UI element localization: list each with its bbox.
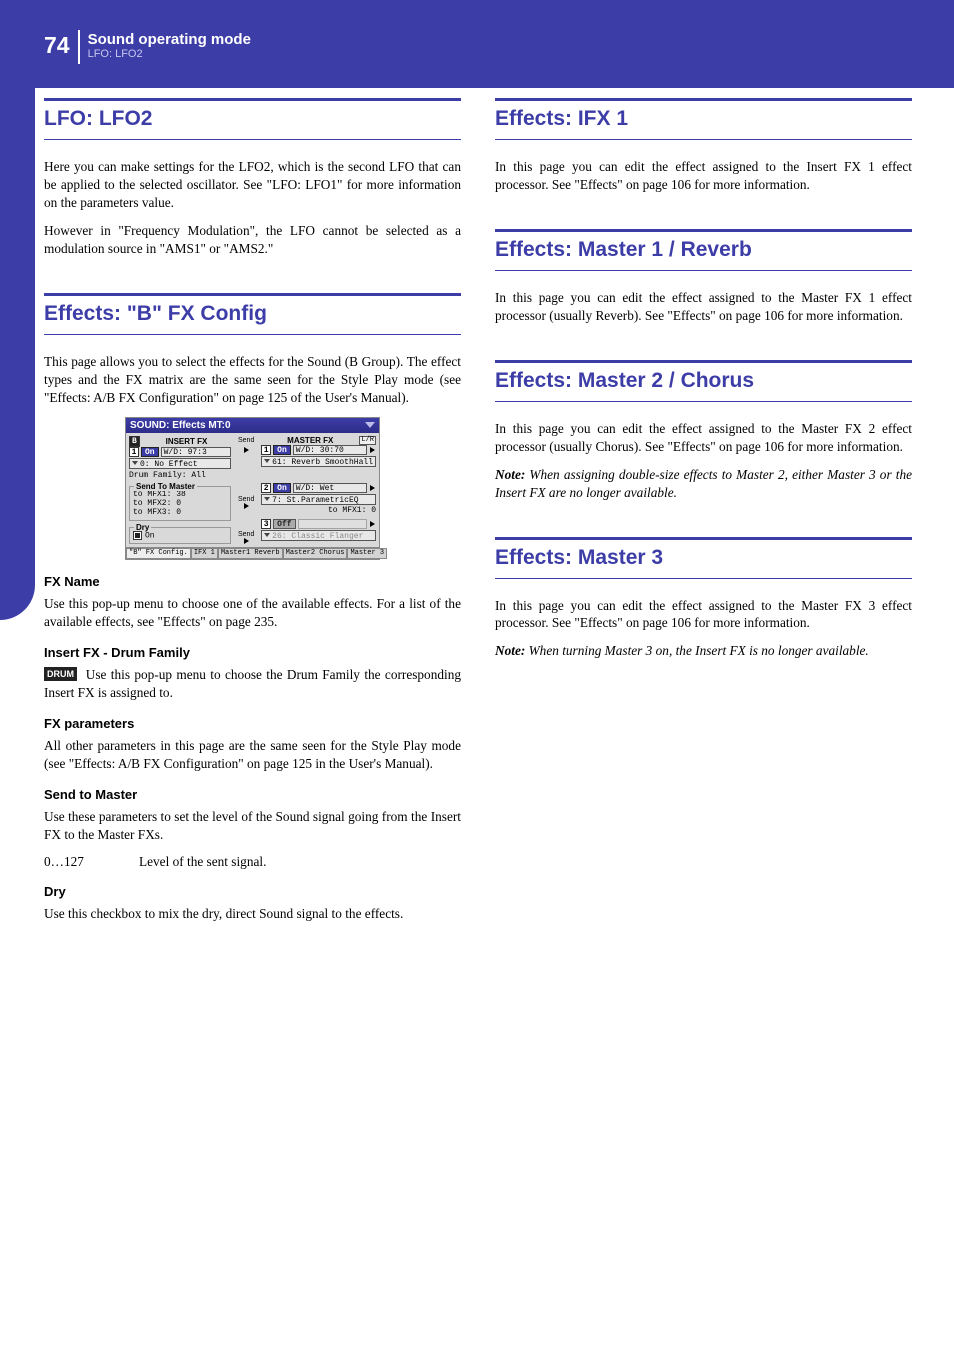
fx-config-screenshot: SOUND: Effects MT:0 B INSERT FX 1 On	[125, 417, 380, 561]
insertfx-heading: Insert FX - Drum Family	[44, 645, 461, 660]
heading-lfo2: LFO: LFO2	[44, 98, 461, 140]
scr-m3-num: 3	[261, 519, 271, 529]
page-header: 74 Sound operating mode LFO: LFO2	[0, 0, 954, 88]
arrow-icon	[244, 503, 249, 509]
arrow-icon	[244, 447, 249, 453]
scr-title-text: SOUND: Effects MT:0	[130, 420, 231, 431]
page-corner-decoration	[0, 0, 35, 620]
header-chapter-title: Sound operating mode	[88, 32, 251, 49]
scr-drum-family: Drum Family: All	[129, 471, 231, 480]
scr-ins-fx: 0: No Effect	[129, 458, 231, 469]
dry-heading: Dry	[44, 884, 461, 899]
sendmaster-heading: Send to Master	[44, 787, 461, 802]
scr-master-label: MASTER FX	[261, 436, 359, 445]
drum-badge: DRUM	[44, 667, 77, 681]
content-columns: LFO: LFO2 Here you can make settings for…	[44, 98, 912, 933]
bfx-intro: This page allows you to select the effec…	[44, 353, 461, 407]
scr-tab-ifx1: IFX 1	[191, 548, 218, 559]
scr-send-label-1: Send	[238, 437, 254, 444]
lfo2-paragraph-2: However in "Frequency Modulation", the L…	[44, 222, 461, 258]
scr-m1-num: 1	[261, 445, 271, 455]
scr-menu-icon	[365, 422, 375, 428]
send-range-row: 0…127 Level of the sent signal.	[44, 854, 461, 870]
master2-text: In this page you can edit the effect ass…	[495, 420, 912, 456]
scr-stm2: to MFX2: 0	[133, 499, 227, 508]
scr-send-label-2: Send	[238, 496, 254, 503]
heading-master1: Effects: Master 1 / Reverb	[495, 229, 912, 271]
scr-to-mfx1: to MFX1: 0	[261, 506, 376, 515]
scr-dry-check	[133, 531, 142, 540]
scr-stm-legend: Send To Master	[134, 482, 197, 491]
master3-text: In this page you can edit the effect ass…	[495, 597, 912, 633]
scr-m2-wd: W/D: Wet	[293, 483, 367, 493]
scr-m3-fx: 26: Classic Flanger	[261, 530, 376, 541]
arrow-icon	[370, 447, 375, 453]
scr-m2-num: 2	[261, 483, 271, 493]
fxparam-text: All other parameters in this page are th…	[44, 737, 461, 773]
scr-m2-fx: 7: St.ParametricEQ	[261, 494, 376, 505]
sendmaster-text: Use these parameters to set the level of…	[44, 808, 461, 844]
heading-master3: Effects: Master 3	[495, 537, 912, 579]
send-range-desc: Level of the sent signal.	[139, 854, 461, 870]
master1-text: In this page you can edit the effect ass…	[495, 289, 912, 325]
heading-bfx: Effects: "B" FX Config	[44, 293, 461, 335]
scr-tab-bfx: "B" FX Config.	[126, 548, 191, 559]
fxname-heading: FX Name	[44, 574, 461, 589]
scr-stm3: to MFX3: 0	[133, 508, 227, 517]
scr-tabs: "B" FX Config. IFX 1 Master1 Reverb Mast…	[126, 547, 379, 559]
arrow-icon	[244, 538, 249, 544]
page-number: 74	[44, 33, 78, 58]
master3-note: Note: When turning Master 3 on, the Inse…	[495, 642, 912, 660]
scr-m1-on: On	[273, 445, 291, 455]
scr-tab-m2: Master2 Chorus	[283, 548, 348, 559]
scr-stm1: to MFX1: 38	[133, 490, 227, 499]
scr-ins-wd: W/D: 97:3	[161, 447, 232, 457]
dry-text: Use this checkbox to mix the dry, direct…	[44, 905, 461, 923]
header-section-title: LFO: LFO2	[88, 48, 251, 60]
heading-master2: Effects: Master 2 / Chorus	[495, 360, 912, 402]
insertfx-text: DRUM Use this pop-up menu to choose the …	[44, 666, 461, 702]
heading-ifx1: Effects: IFX 1	[495, 98, 912, 140]
scr-m1-fx: 61: Reverb SmoothHall	[261, 456, 376, 467]
lfo2-paragraph-1: Here you can make settings for the LFO2,…	[44, 158, 461, 212]
fxname-text: Use this pop-up menu to choose one of th…	[44, 595, 461, 631]
left-column: LFO: LFO2 Here you can make settings for…	[44, 98, 461, 933]
send-range-key: 0…127	[44, 854, 139, 870]
ifx1-text: In this page you can edit the effect ass…	[495, 158, 912, 194]
scr-tab-m1: Master1 Reverb	[218, 548, 283, 559]
fxparam-heading: FX parameters	[44, 716, 461, 731]
arrow-icon	[370, 521, 375, 527]
arrow-icon	[370, 485, 375, 491]
scr-ins-num: 1	[129, 447, 139, 457]
scr-send-label-3: Send	[238, 531, 254, 538]
scr-m3-off: Off	[273, 519, 295, 529]
scr-dry-on: On	[145, 531, 155, 540]
scr-tab-m3: Master 3	[347, 548, 387, 559]
scr-lr: L/R	[359, 436, 376, 445]
scr-insert-label: INSERT FX	[142, 437, 231, 446]
scr-m1-wd: W/D: 30:70	[293, 445, 367, 455]
right-column: Effects: IFX 1 In this page you can edit…	[495, 98, 912, 933]
scr-ins-on: On	[141, 447, 159, 457]
master2-note: Note: When assigning double-size effects…	[495, 466, 912, 502]
header-divider	[78, 30, 80, 64]
scr-m2-on: On	[273, 483, 291, 493]
